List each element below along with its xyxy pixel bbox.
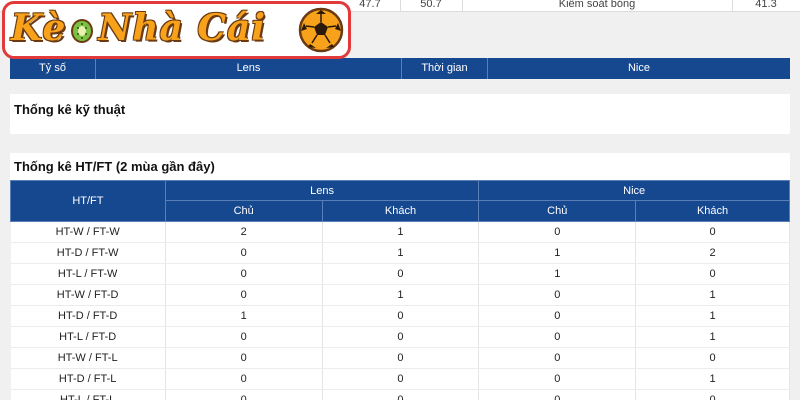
row-label: HT-L / FT-W	[10, 263, 166, 285]
header-team-nice: Nice	[627, 62, 650, 74]
header-time: Thời gian	[402, 58, 488, 79]
table-row: HT-L / FT-L 0 0 0 0	[10, 389, 790, 400]
cell-nice-home: 0	[478, 284, 637, 306]
row-label: HT-W / FT-W	[10, 221, 166, 243]
cell-lens-home: 0	[165, 284, 323, 306]
nice-away-subheader: Khách	[635, 200, 790, 222]
table-row: HT-L / FT-W 0 0 1 0	[10, 263, 790, 285]
cell-nice-away: 0	[635, 347, 790, 369]
cell-nice-home: 1	[478, 242, 637, 264]
cell-lens-away: 1	[322, 221, 480, 243]
logo-word-2: Nhà Cái	[98, 7, 266, 49]
table-row: HT-L / FT-D 0 0 0 1	[10, 326, 790, 348]
cell-nice-away: 0	[635, 221, 790, 243]
htft-team-away-header: Nice	[478, 180, 790, 201]
row-label: HT-D / FT-W	[10, 242, 166, 264]
cell-lens-home: 2	[165, 221, 323, 243]
tech-stats-title: Thống kê kỹ thuật	[14, 102, 126, 117]
row-label: HT-L / FT-L	[10, 389, 166, 400]
cell-lens-away: 0	[322, 368, 480, 390]
cell-lens-away: 0	[322, 326, 480, 348]
htft-panel: Thống kê HT/FT (2 mùa gần đây)	[10, 153, 790, 180]
cell-nice-home: 1	[478, 263, 637, 285]
row-label: HT-W / FT-D	[10, 284, 166, 306]
cell-nice-away: 1	[635, 326, 790, 348]
row-label: HT-D / FT-L	[10, 368, 166, 390]
cell-lens-home: 1	[165, 305, 323, 327]
row-label: HT-D / FT-D	[10, 305, 166, 327]
header-team-lens: Lens	[96, 58, 402, 79]
cell-nice-away: 0	[635, 389, 790, 400]
htft-col-header: HT/FT	[10, 180, 166, 222]
cell-nice-away: 1	[635, 305, 790, 327]
site-logo[interactable]: Kè Nhà Cái	[2, 1, 351, 59]
table-row: HT-D / FT-D 1 0 0 1	[10, 305, 790, 327]
row-label: HT-W / FT-L	[10, 347, 166, 369]
cell-nice-home: 0	[478, 347, 637, 369]
table-row: HT-W / FT-D 0 1 0 1	[10, 284, 790, 306]
soccer-ball-icon	[298, 7, 344, 53]
table-row: HT-W / FT-W 2 1 0 0	[10, 221, 790, 243]
cell-lens-away: 0	[322, 389, 480, 400]
cell-lens-away: 1	[322, 284, 480, 306]
logo-wordmark: Kè Nhà Cái	[11, 7, 266, 49]
cell-nice-away: 1	[635, 368, 790, 390]
possession-label: Kiểm soát bóng	[558, 0, 636, 10]
htft-team-home-header: Lens	[164, 180, 480, 201]
lens-home-subheader: Chủ	[164, 200, 323, 222]
cell-lens-home: 0	[165, 389, 323, 400]
cell-lens-home: 0	[165, 368, 323, 390]
nice-home-subheader: Chủ	[478, 200, 637, 222]
table-row: HT-W / FT-L 0 0 0 0	[10, 347, 790, 369]
table-row: HT-D / FT-L 0 0 0 1	[10, 368, 790, 390]
cell-nice-home: 0	[478, 368, 637, 390]
cell-nice-home: 0	[478, 326, 637, 348]
tech-stats-panel: Thống kê kỹ thuật	[10, 94, 790, 134]
cell-lens-home: 0	[165, 242, 323, 264]
htft-rows: HT-W / FT-W 2 1 0 0 HT-D / FT-W 0 1 1 2 HT-L / F…	[10, 221, 790, 400]
cell-lens-home: 0	[165, 326, 323, 348]
cell-lens-away: 0	[322, 305, 480, 327]
cell-lens-home: 0	[165, 347, 323, 369]
cell-nice-away: 1	[635, 284, 790, 306]
cell-lens-away: 1	[322, 242, 480, 264]
cell-lens-home: 0	[165, 263, 323, 285]
header-score: Tỷ số	[10, 58, 96, 79]
cell-lens-away: 0	[322, 263, 480, 285]
kiwi-icon	[71, 19, 94, 43]
lens-away-subheader: Khách	[321, 200, 480, 222]
htft-table: HT/FT Lens Nice Chủ Khách Chủ Khách HT-W…	[10, 180, 790, 400]
cell-nice-away: 0	[635, 263, 790, 285]
cell-nice-home: 0	[478, 305, 637, 327]
row-label: HT-L / FT-D	[10, 326, 166, 348]
htft-title: Thống kê HT/FT (2 mùa gần đây)	[14, 159, 215, 174]
cell-nice-home: 0	[478, 389, 637, 400]
cell-nice-away: 2	[635, 242, 790, 264]
possession-nice-value: 50.7	[420, 0, 442, 10]
cell-lens-away: 0	[322, 347, 480, 369]
cell-nice-home: 0	[478, 221, 637, 243]
possession-extra-value: 41.3	[755, 0, 777, 10]
table-row: HT-D / FT-W 0 1 1 2	[10, 242, 790, 264]
match-header-bar: Tỷ số Lens Thời gian Nice	[10, 58, 790, 79]
logo-word-1: Kè	[11, 7, 67, 49]
